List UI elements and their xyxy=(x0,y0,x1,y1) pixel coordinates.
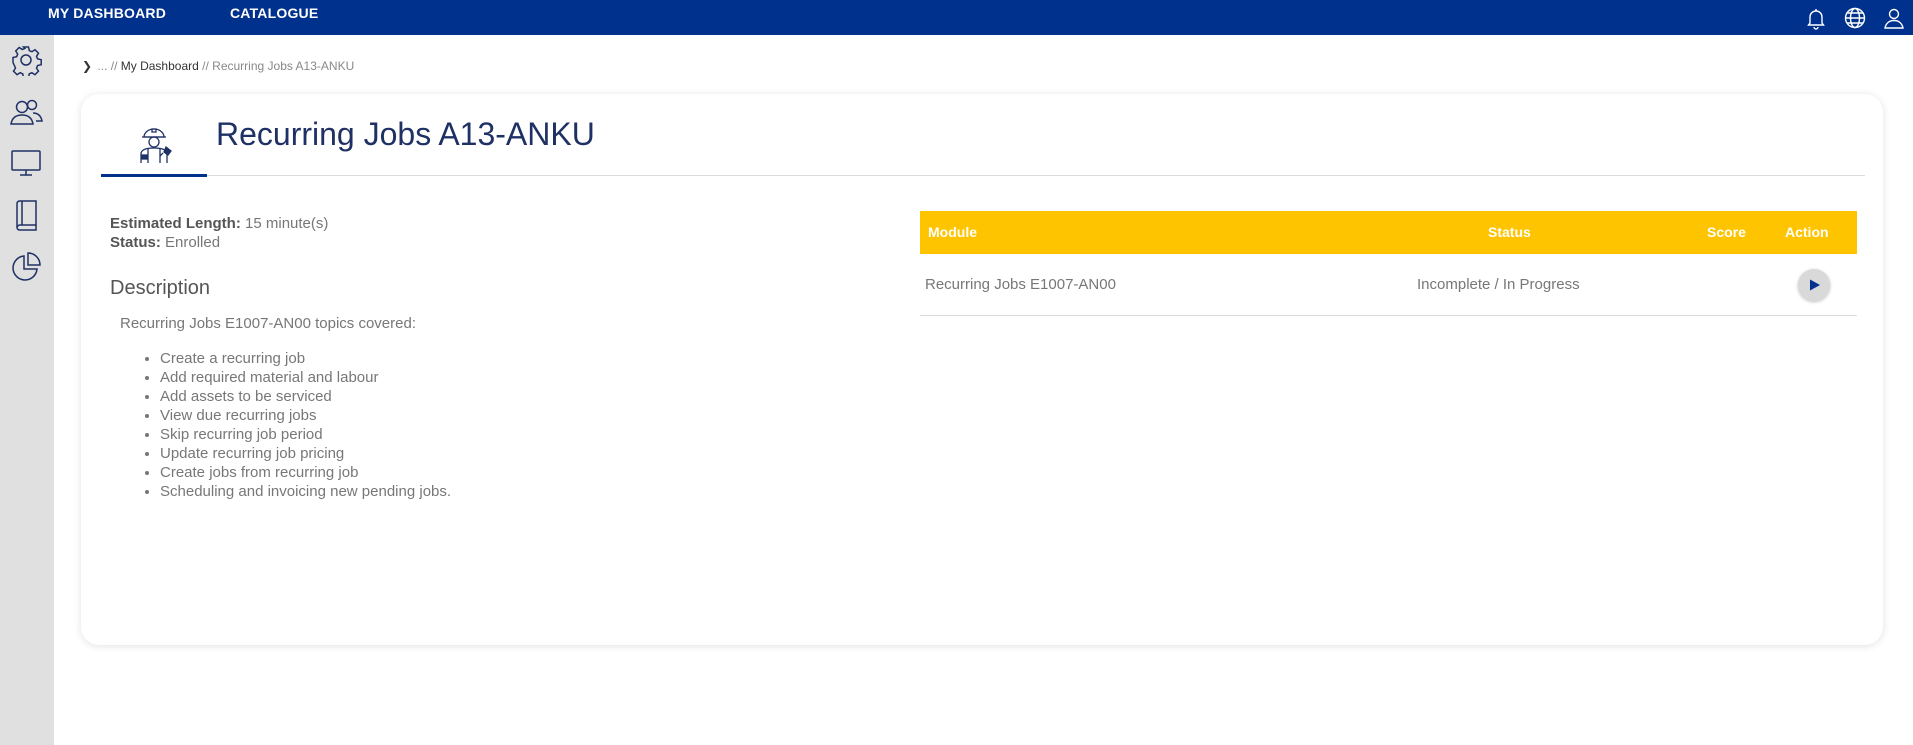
gear-icon[interactable] xyxy=(7,41,45,79)
worker-icon xyxy=(101,114,207,176)
header-status: Status xyxy=(1488,224,1531,240)
user-icon[interactable] xyxy=(1874,3,1913,33)
tab-underline xyxy=(101,174,207,177)
breadcrumb-current: Recurring Jobs A13-ANKU xyxy=(212,59,355,73)
list-item: Scheduling and invoicing new pending job… xyxy=(160,482,451,501)
header-divider xyxy=(207,175,1865,176)
top-icon-group xyxy=(1796,3,1913,33)
breadcrumb-my-dashboard[interactable]: My Dashboard xyxy=(121,59,199,73)
pie-chart-icon[interactable] xyxy=(7,248,45,286)
topics-list: Create a recurring job Add required mate… xyxy=(160,349,451,501)
chevron-right-icon[interactable]: ❯ xyxy=(82,59,92,73)
table-header: Module Status Score Action xyxy=(920,211,1857,254)
monitor-icon[interactable] xyxy=(7,144,45,182)
list-item: Create a recurring job xyxy=(160,349,451,368)
nav-my-dashboard[interactable]: MY DASHBOARD xyxy=(48,5,166,21)
breadcrumb-separator: // xyxy=(202,59,209,73)
status-value: Enrolled xyxy=(165,234,221,251)
list-item: View due recurring jobs xyxy=(160,406,451,425)
module-name: Recurring Jobs E1007-AN00 xyxy=(925,276,1116,293)
list-item: Add assets to be serviced xyxy=(160,387,451,406)
description-intro: Recurring Jobs E1007-AN00 topics covered… xyxy=(120,315,416,332)
breadcrumb-ellipsis[interactable]: ... // xyxy=(97,59,117,73)
header-action: Action xyxy=(1785,224,1829,240)
estimated-length-label: Estimated Length: xyxy=(110,215,241,232)
table-row: Recurring Jobs E1007-AN00 Incomplete / I… xyxy=(920,254,1857,316)
play-icon xyxy=(1810,279,1820,291)
page-title: Recurring Jobs A13-ANKU xyxy=(216,116,595,152)
list-item: Create jobs from recurring job xyxy=(160,463,451,482)
status-label: Status: xyxy=(110,234,161,251)
users-icon[interactable] xyxy=(7,93,45,131)
description-heading: Description xyxy=(110,277,211,299)
globe-icon[interactable] xyxy=(1835,3,1874,33)
sidebar xyxy=(0,35,54,745)
header-module: Module xyxy=(928,224,977,240)
book-icon[interactable] xyxy=(7,196,45,234)
course-meta: Estimated Length: 15 minute(s) Status: E… xyxy=(110,214,328,252)
bell-icon[interactable] xyxy=(1796,3,1835,33)
module-status: Incomplete / In Progress xyxy=(1417,276,1580,293)
list-item: Update recurring job pricing xyxy=(160,444,451,463)
play-button[interactable] xyxy=(1798,269,1830,301)
modules-table: Module Status Score Action Recurring Job… xyxy=(920,211,1857,316)
nav-catalogue[interactable]: CATALOGUE xyxy=(230,5,318,21)
list-item: Add required material and labour xyxy=(160,368,451,387)
estimated-length-value: 15 minute(s) xyxy=(245,215,329,232)
course-card: Recurring Jobs A13-ANKU Estimated Length… xyxy=(81,94,1883,645)
list-item: Skip recurring job period xyxy=(160,425,451,444)
breadcrumb: ❯ ... // My Dashboard // Recurring Jobs … xyxy=(82,59,354,73)
header-score: Score xyxy=(1707,224,1746,240)
top-navigation-bar: MY DASHBOARD CATALOGUE xyxy=(0,0,1913,35)
